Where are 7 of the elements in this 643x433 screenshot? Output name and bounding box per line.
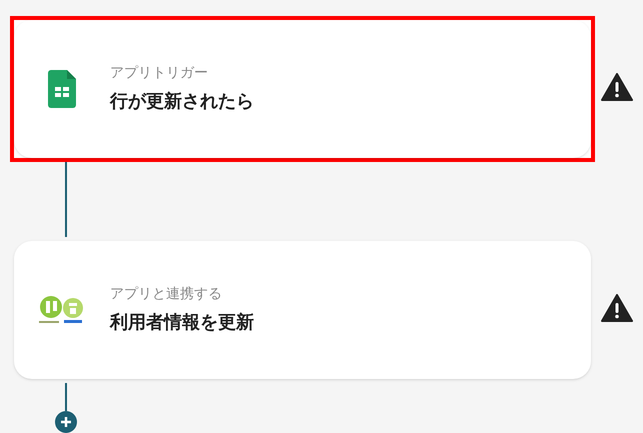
add-icon[interactable] [55,411,77,433]
step-title: 行が更新されたら [110,90,254,114]
step-label: アプリトリガー [110,64,209,83]
spreadsheet-icon [48,70,76,108]
step-title: 利用者情報を更新 [110,311,254,335]
step-card[interactable]: アプリトリガー 行が更新されたら [10,16,595,162]
step-label: アプリと連携する [110,285,223,304]
